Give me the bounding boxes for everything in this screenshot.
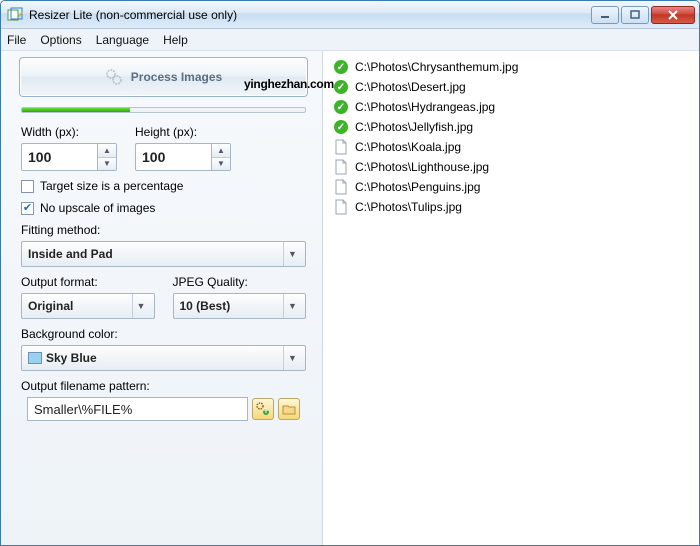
file-icon	[333, 199, 349, 215]
file-item[interactable]: C:\Photos\Tulips.jpg	[327, 197, 695, 217]
file-list[interactable]: ✓ C:\Photos\Chrysanthemum.jpg ✓ C:\Photos\D…	[323, 51, 699, 545]
fitting-value: Inside and Pad	[28, 247, 113, 261]
noupscale-label: No upscale of images	[40, 201, 155, 215]
file-item[interactable]: C:\Photos\Penguins.jpg	[327, 177, 695, 197]
file-item[interactable]: ✓ C:\Photos\Jellyfish.jpg	[327, 117, 695, 137]
fitting-label: Fitting method:	[21, 223, 306, 237]
file-item[interactable]: ✓ C:\Photos\Hydrangeas.jpg	[327, 97, 695, 117]
process-images-label: Process Images	[131, 70, 222, 84]
pattern-label: Output filename pattern:	[21, 379, 306, 393]
file-item[interactable]: C:\Photos\Koala.jpg	[327, 137, 695, 157]
chevron-down-icon: ▼	[283, 346, 301, 370]
app-icon	[7, 7, 23, 23]
window-title: Resizer Lite (non-commercial use only)	[29, 8, 585, 22]
file-item[interactable]: ✓ C:\Photos\Chrysanthemum.jpg	[327, 57, 695, 77]
width-down-icon[interactable]: ▼	[98, 158, 116, 171]
color-swatch-icon	[28, 352, 42, 364]
titlebar[interactable]: Resizer Lite (non-commercial use only)	[1, 1, 699, 29]
status-done-icon: ✓	[333, 119, 349, 135]
file-path: C:\Photos\Hydrangeas.jpg	[355, 100, 495, 114]
pattern-wizard-button[interactable]: +	[252, 398, 274, 420]
gears-icon	[105, 68, 123, 86]
menu-file[interactable]: File	[7, 33, 26, 47]
width-spinner[interactable]: ▲▼	[21, 143, 117, 171]
quality-value: 10 (Best)	[180, 299, 231, 313]
pattern-input[interactable]	[27, 397, 248, 421]
fitting-select[interactable]: Inside and Pad ▼	[21, 241, 306, 267]
menu-language[interactable]: Language	[96, 33, 149, 47]
file-path: C:\Photos\Chrysanthemum.jpg	[355, 60, 518, 74]
height-down-icon[interactable]: ▼	[212, 158, 230, 171]
height-up-icon[interactable]: ▲	[212, 144, 230, 158]
maximize-button[interactable]	[621, 6, 649, 24]
chevron-down-icon: ▼	[283, 242, 301, 266]
width-input[interactable]	[21, 143, 97, 171]
status-done-icon: ✓	[333, 59, 349, 75]
percent-label: Target size is a percentage	[40, 179, 183, 193]
file-path: C:\Photos\Lighthouse.jpg	[355, 160, 489, 174]
process-images-button[interactable]: Process Images	[19, 57, 308, 97]
file-item[interactable]: ✓ C:\Photos\Desert.jpg	[327, 77, 695, 97]
minimize-button[interactable]	[591, 6, 619, 24]
height-label: Height (px):	[135, 125, 231, 139]
menu-help[interactable]: Help	[163, 33, 188, 47]
noupscale-checkbox[interactable]	[21, 202, 34, 215]
width-label: Width (px):	[21, 125, 117, 139]
file-icon	[333, 179, 349, 195]
chevron-down-icon: ▼	[283, 294, 301, 318]
chevron-down-icon: ▼	[132, 294, 150, 318]
file-path: C:\Photos\Desert.jpg	[355, 80, 466, 94]
menubar: File Options Language Help	[1, 29, 699, 51]
browse-folder-button[interactable]	[278, 398, 300, 420]
svg-text:+: +	[262, 403, 269, 416]
file-icon	[333, 159, 349, 175]
settings-panel: Process Images Width (px): ▲▼ Height (px…	[1, 51, 323, 545]
app-window: Resizer Lite (non-commercial use only) F…	[0, 0, 700, 546]
file-path: C:\Photos\Penguins.jpg	[355, 180, 480, 194]
bgcolor-value: Sky Blue	[46, 351, 97, 365]
file-path: C:\Photos\Jellyfish.jpg	[355, 120, 473, 134]
height-spinner[interactable]: ▲▼	[135, 143, 231, 171]
format-value: Original	[28, 299, 73, 313]
file-icon	[333, 139, 349, 155]
file-path: C:\Photos\Koala.jpg	[355, 140, 461, 154]
status-done-icon: ✓	[333, 99, 349, 115]
quality-label: JPEG Quality:	[173, 275, 307, 289]
close-button[interactable]	[651, 6, 695, 24]
quality-select[interactable]: 10 (Best) ▼	[173, 293, 307, 319]
file-item[interactable]: C:\Photos\Lighthouse.jpg	[327, 157, 695, 177]
width-up-icon[interactable]: ▲	[98, 144, 116, 158]
file-path: C:\Photos\Tulips.jpg	[355, 200, 462, 214]
bgcolor-select[interactable]: Sky Blue ▼	[21, 345, 306, 371]
format-label: Output format:	[21, 275, 155, 289]
percent-checkbox[interactable]	[21, 180, 34, 193]
menu-options[interactable]: Options	[40, 33, 81, 47]
progress-bar	[21, 107, 306, 113]
status-done-icon: ✓	[333, 79, 349, 95]
height-input[interactable]	[135, 143, 211, 171]
format-select[interactable]: Original ▼	[21, 293, 155, 319]
bgcolor-label: Background color:	[21, 327, 306, 341]
